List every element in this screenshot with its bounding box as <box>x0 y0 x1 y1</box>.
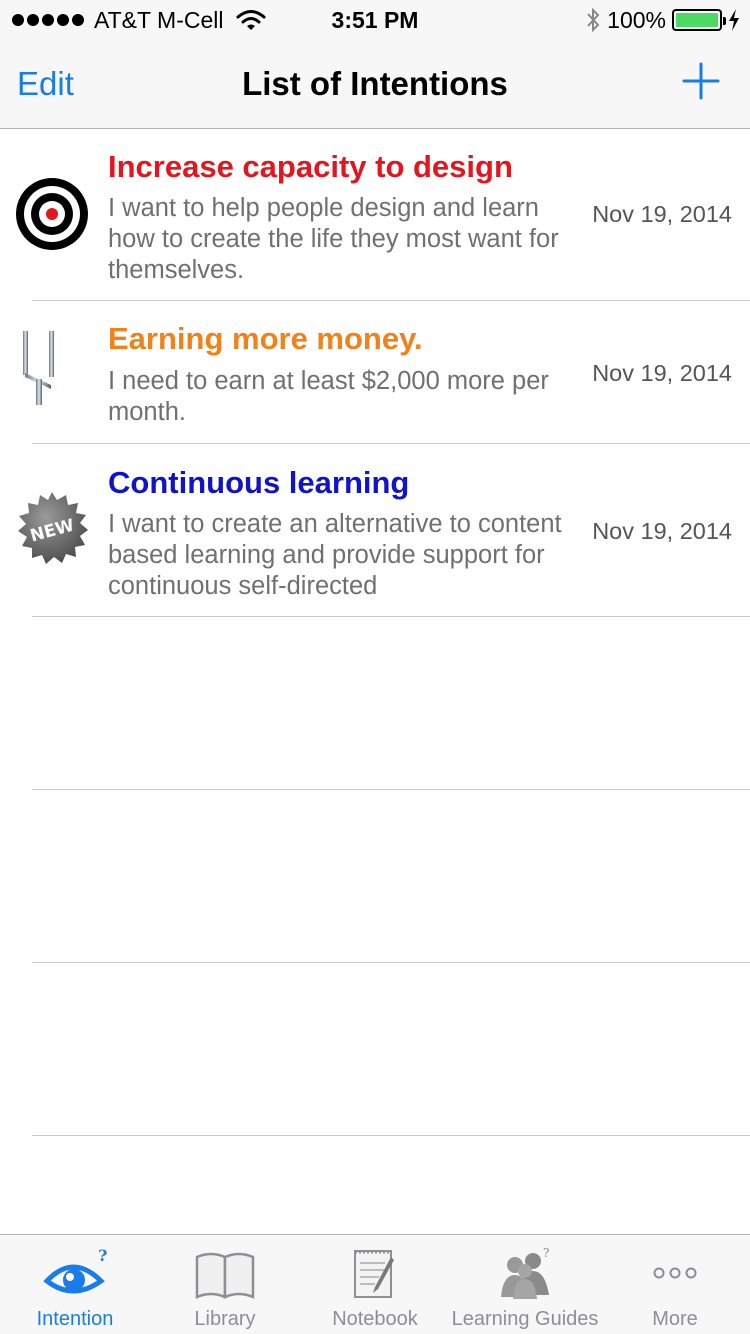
more-icon <box>653 1267 697 1279</box>
intention-title: Earning more money. <box>108 321 423 356</box>
tab-learning-guides[interactable]: ? Learning Guides <box>450 1235 600 1334</box>
row-separator <box>32 1135 750 1136</box>
tab-more[interactable]: More <box>600 1235 750 1334</box>
battery-percent: 100% <box>607 6 666 33</box>
eye-icon: ? <box>43 1247 107 1294</box>
plus-icon[interactable] <box>682 62 720 100</box>
intention-title: Increase capacity to design <box>108 149 513 184</box>
svg-text:?: ? <box>98 1247 107 1265</box>
tab-label: Library <box>194 1308 256 1330</box>
tab-label: Notebook <box>332 1308 418 1330</box>
tab-label: More <box>652 1308 698 1330</box>
new-badge-icon: NEW <box>18 492 88 564</box>
target-icon <box>16 178 88 250</box>
list-item[interactable]: Earning more money. I need to earn at le… <box>0 301 750 444</box>
tab-library[interactable]: Library <box>150 1235 300 1334</box>
page-title: List of Intentions <box>242 65 508 102</box>
svg-text:?: ? <box>543 1247 549 1260</box>
tab-intention[interactable]: ? Intention <box>0 1235 150 1334</box>
intention-title: Continuous learning <box>108 465 410 500</box>
tab-label: Intention <box>36 1308 114 1330</box>
list-item[interactable]: NEW Continuous learning I want to create… <box>0 444 750 617</box>
empty-row <box>0 790 750 963</box>
intention-date: Nov 19, 2014 <box>592 201 732 227</box>
tab-notebook[interactable]: Notebook <box>300 1235 450 1334</box>
intentions-list: Increase capacity to design I want to he… <box>0 130 750 1136</box>
charging-icon <box>729 9 739 31</box>
status-bar: AT&T M-Cell 3:51 PM 100% <box>0 0 750 40</box>
notebook-icon <box>354 1250 394 1298</box>
battery-icon <box>672 9 726 31</box>
tab-bar: ? Intention Library Notebook ? Learning … <box>0 1234 750 1334</box>
bluetooth-icon <box>587 7 600 33</box>
intention-description: I want to help people design and learn h… <box>108 194 559 284</box>
people-icon: ? <box>501 1247 549 1299</box>
intention-description: I want to create an alternative to conte… <box>108 510 562 600</box>
intention-description: I need to earn at least $2,000 more per … <box>108 367 549 426</box>
list-item[interactable]: Increase capacity to design I want to he… <box>0 130 750 301</box>
intention-date: Nov 19, 2014 <box>592 518 732 544</box>
goalpost-icon <box>23 331 54 405</box>
tab-label: Learning Guides <box>451 1308 599 1330</box>
navigation-bar: Edit List of Intentions <box>0 40 750 129</box>
empty-row <box>0 617 750 790</box>
status-right: 100% <box>585 6 740 34</box>
intention-date: Nov 19, 2014 <box>592 360 732 386</box>
empty-row <box>0 963 750 1136</box>
book-icon <box>195 1252 255 1299</box>
